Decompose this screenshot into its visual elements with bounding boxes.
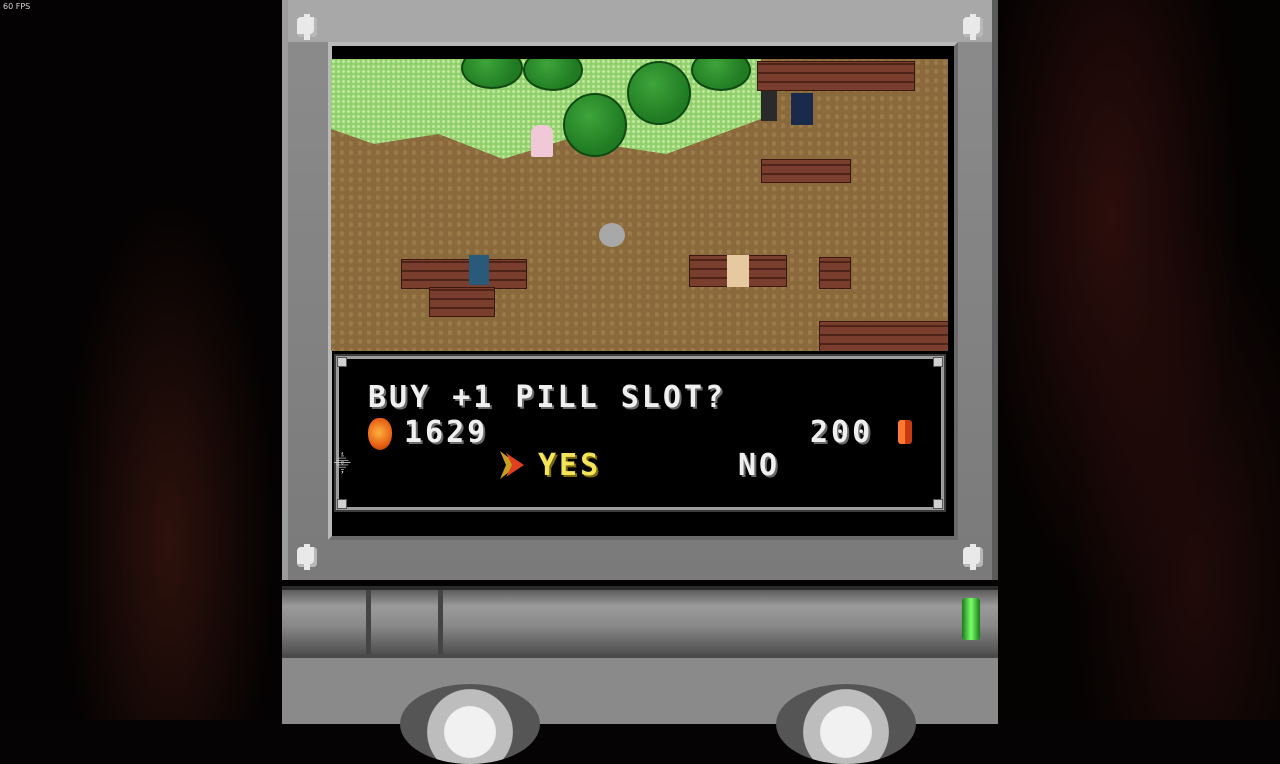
cartridge-groove bbox=[366, 590, 371, 654]
dialog-corner bbox=[337, 499, 347, 509]
npc-blue bbox=[791, 93, 813, 125]
dialog-corner bbox=[933, 357, 943, 367]
tree bbox=[563, 93, 627, 157]
currency-amount: 1629 bbox=[404, 415, 489, 450]
no-option[interactable]: NO bbox=[738, 448, 780, 483]
power-led bbox=[962, 598, 980, 640]
sparkle-icon: ⸎ bbox=[334, 454, 351, 473]
brick-wall bbox=[761, 159, 851, 183]
device-lower-body bbox=[282, 654, 998, 764]
bolt-icon bbox=[960, 14, 986, 40]
game-viewport bbox=[331, 59, 948, 351]
tree bbox=[627, 61, 691, 125]
device-top-bezel bbox=[288, 0, 992, 42]
grey-boulder bbox=[599, 223, 625, 247]
background-right bbox=[998, 0, 1280, 720]
npc-skeleton bbox=[727, 255, 749, 287]
bolt-icon bbox=[294, 544, 320, 570]
brick-wall bbox=[819, 321, 948, 351]
brick-ruin bbox=[429, 287, 495, 317]
background-left bbox=[0, 0, 282, 720]
dialog-question: BUY +1 PILL SLOT? bbox=[368, 380, 727, 415]
brick-wall bbox=[757, 61, 915, 91]
right-knob[interactable] bbox=[776, 684, 916, 764]
brick-ruin bbox=[401, 259, 527, 289]
dialog-corner bbox=[337, 357, 347, 367]
bolt-icon bbox=[294, 14, 320, 40]
pink-creature bbox=[531, 125, 553, 157]
pill-icon bbox=[898, 420, 912, 444]
arrow-cursor-icon bbox=[500, 451, 524, 479]
brick-ruin bbox=[819, 257, 851, 289]
orange-orb-icon bbox=[368, 418, 392, 450]
left-knob[interactable] bbox=[400, 684, 540, 764]
cartridge-groove bbox=[438, 590, 443, 654]
fps-counter: 60 FPS bbox=[3, 2, 31, 11]
price-amount: 200 bbox=[810, 415, 874, 450]
player-character bbox=[469, 255, 489, 285]
yes-option[interactable]: YES bbox=[538, 448, 601, 483]
cartridge-slot bbox=[282, 586, 998, 654]
npc-dark bbox=[761, 91, 777, 121]
bolt-icon bbox=[960, 544, 986, 570]
dialog-corner bbox=[933, 499, 943, 509]
